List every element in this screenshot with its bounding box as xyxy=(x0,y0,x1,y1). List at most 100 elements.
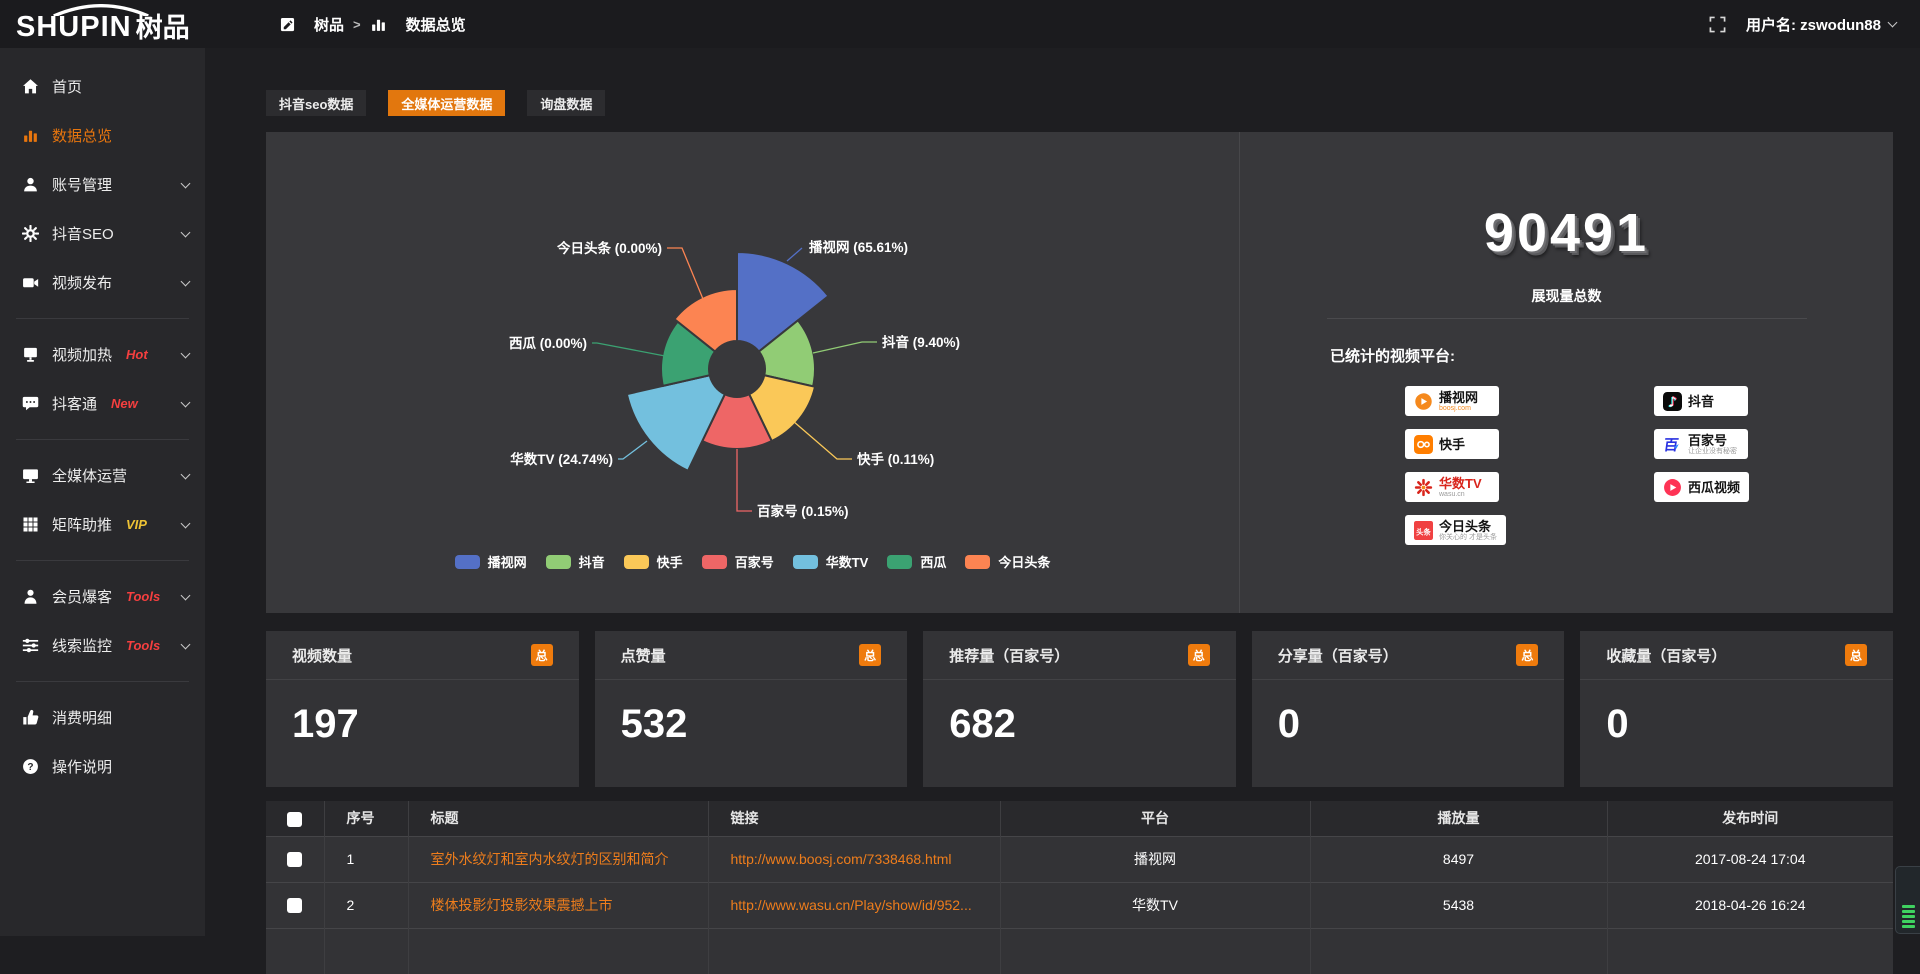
pie-slice-华数TV[interactable] xyxy=(627,375,725,471)
cell-time: 2018-04-26 16:24 xyxy=(1607,882,1893,928)
pie-label-line xyxy=(793,421,852,459)
impressions-total-label: 展现量总数 xyxy=(1240,286,1893,306)
platform-badge-百家号: 百百家号让企业没有秘密 xyxy=(1654,429,1748,459)
legend-label: 抖音 xyxy=(579,552,605,571)
video-title-link[interactable]: 室外水纹灯和室内水纹灯的区别和简介 xyxy=(431,851,669,867)
legend-item-西瓜[interactable]: 西瓜 xyxy=(887,552,946,571)
pie-chart-area: 播视网 (65.61%)抖音 (9.40%)快手 (0.11%)百家号 (0.1… xyxy=(266,132,1240,613)
pie-label: 今日头条 (0.00%) xyxy=(557,240,662,256)
total-badge[interactable]: 总 xyxy=(1845,644,1867,666)
pie-label-line xyxy=(618,441,647,459)
stat-card-value: 0 xyxy=(1580,680,1893,747)
stat-card-header: 推荐量（百家号）总 xyxy=(923,631,1236,680)
pie-label: 百家号 (0.15%) xyxy=(757,503,849,519)
pie-label: 西瓜 (0.00%) xyxy=(509,336,587,351)
green-bar xyxy=(1902,920,1915,923)
column-header-标题: 标题 xyxy=(408,801,708,836)
legend-item-播视网[interactable]: 播视网 xyxy=(455,552,527,571)
user-menu[interactable]: 用户名: zswodun88 xyxy=(1746,14,1896,35)
sidebar-divider xyxy=(16,681,189,682)
breadcrumb-item[interactable]: 数据总览 xyxy=(370,14,466,35)
legend-item-今日头条[interactable]: 今日头条 xyxy=(965,552,1050,571)
breadcrumb-item[interactable]: 树品 xyxy=(278,14,344,35)
legend-item-抖音[interactable]: 抖音 xyxy=(546,552,605,571)
tab-全媒体运营数据[interactable]: 全媒体运营数据 xyxy=(388,90,505,116)
video-url-link[interactable]: http://www.wasu.cn/Play/show/id/952... xyxy=(731,897,972,913)
platform-badge-text: 百家号让企业没有秘密 xyxy=(1688,434,1737,455)
sidebar-divider xyxy=(16,318,189,319)
person-icon xyxy=(21,588,39,606)
float-widget[interactable] xyxy=(1895,866,1920,934)
sidebar-item-label: 线索监控 xyxy=(52,635,112,656)
platform-badge-抖音: ♪♪♪抖音 xyxy=(1654,386,1748,416)
tab-询盘数据[interactable]: 询盘数据 xyxy=(527,90,605,116)
legend-item-百家号[interactable]: 百家号 xyxy=(702,552,774,571)
stat-card-value: 682 xyxy=(923,680,1236,747)
green-bar xyxy=(1902,910,1915,913)
cell-time xyxy=(1607,928,1893,974)
sidebar-item-操作说明[interactable]: ?操作说明 xyxy=(0,742,205,791)
pie-label: 播视网 (65.61%) xyxy=(809,239,908,255)
cell-time: 2017-08-24 17:04 xyxy=(1607,836,1893,882)
legend-label: 西瓜 xyxy=(920,552,946,571)
chevron-down-icon xyxy=(181,518,191,528)
platform-sub: wasu.cn xyxy=(1439,491,1482,498)
row-checkbox[interactable] xyxy=(287,852,302,867)
stat-card-header: 视频数量总 xyxy=(266,631,579,680)
cell-title: 室外水纹灯和室内水纹灯的区别和简介 xyxy=(408,836,708,882)
platform-badge-text: 西瓜视频 xyxy=(1688,481,1740,494)
platform-grid: 播视网boosj.com快手华数TVwasu.cn头条今日头条你关心的 才是头条… xyxy=(1405,386,1893,545)
boosj-logo-icon xyxy=(1414,392,1433,411)
tab-抖音seo数据[interactable]: 抖音seo数据 xyxy=(266,90,366,116)
svg-text:头条: 头条 xyxy=(1416,527,1431,536)
app-logo[interactable]: SHUPIN 树品 xyxy=(0,6,250,42)
platform-badge-西瓜视频: 西瓜视频 xyxy=(1654,472,1749,502)
rose-chart: 播视网 (65.61%)抖音 (9.40%)快手 (0.11%)百家号 (0.1… xyxy=(266,132,1240,602)
monitor-icon xyxy=(21,467,39,485)
sidebar-item-视频加热[interactable]: 视频加热Hot xyxy=(0,330,205,379)
kuaishou-logo-icon xyxy=(1414,435,1433,454)
platform-sub: boosj.com xyxy=(1439,405,1478,412)
sidebar-item-tag: Hot xyxy=(126,347,148,362)
sliders-icon xyxy=(21,637,39,655)
platform-badge-今日头条: 头条今日头条你关心的 才是头条 xyxy=(1405,515,1506,545)
sidebar-item-抖客通[interactable]: 抖客通New xyxy=(0,379,205,428)
total-badge[interactable]: 总 xyxy=(1516,644,1538,666)
select-all-checkbox[interactable] xyxy=(287,812,302,827)
sidebar-item-抖音SEO[interactable]: 抖音SEO xyxy=(0,209,205,258)
row-checkbox[interactable] xyxy=(287,898,302,913)
sidebar-item-线索监控[interactable]: 线索监控 Tools xyxy=(0,621,205,670)
sidebar-item-label: 账号管理 xyxy=(52,174,112,195)
legend-item-华数TV[interactable]: 华数TV xyxy=(793,552,869,571)
platform-badge-text: 快手 xyxy=(1439,438,1465,451)
sidebar-item-tag: Tools xyxy=(126,638,160,653)
breadcrumb-separator: > xyxy=(353,17,361,32)
sidebar-item-全媒体运营[interactable]: 全媒体运营 xyxy=(0,451,205,500)
sidebar-item-矩阵助推[interactable]: 矩阵助推VIP xyxy=(0,500,205,549)
sidebar-item-消费明细[interactable]: 消费明细 xyxy=(0,693,205,742)
video-url-link[interactable]: http://www.boosj.com/7338468.html xyxy=(731,851,952,867)
header-checkbox-cell xyxy=(266,801,324,836)
column-header-平台: 平台 xyxy=(1000,801,1310,836)
sidebar-item-label: 操作说明 xyxy=(52,756,112,777)
sidebar-item-会员爆客[interactable]: 会员爆客Tools xyxy=(0,572,205,621)
video-title-link[interactable]: 楼体投影灯投影效果震撼上市 xyxy=(431,897,613,913)
baijiahao-logo-icon: 百 xyxy=(1663,435,1682,454)
platform-name: 抖音 xyxy=(1688,395,1714,408)
fullscreen-icon[interactable] xyxy=(1709,16,1726,33)
chart-bars-icon xyxy=(21,127,39,145)
legend-label: 快手 xyxy=(657,552,683,571)
platforms-section: 已统计的视频平台: 播视网boosj.com快手华数TVwasu.cn头条今日头… xyxy=(1240,345,1893,545)
sidebar-item-首页[interactable]: 首页 xyxy=(0,62,205,111)
total-badge[interactable]: 总 xyxy=(531,644,553,666)
cell-title: 楼体投影灯投影效果震撼上市 xyxy=(408,882,708,928)
sidebar-item-账号管理[interactable]: 账号管理 xyxy=(0,160,205,209)
svg-text:♪: ♪ xyxy=(1668,394,1677,410)
total-badge[interactable]: 总 xyxy=(859,644,881,666)
sidebar-item-数据总览[interactable]: 数据总览 xyxy=(0,111,205,160)
total-badge[interactable]: 总 xyxy=(1188,644,1210,666)
legend-item-快手[interactable]: 快手 xyxy=(624,552,683,571)
chevron-down-icon xyxy=(181,469,191,479)
platform-name: 百家号 xyxy=(1688,434,1737,447)
sidebar-item-视频发布[interactable]: 视频发布 xyxy=(0,258,205,307)
